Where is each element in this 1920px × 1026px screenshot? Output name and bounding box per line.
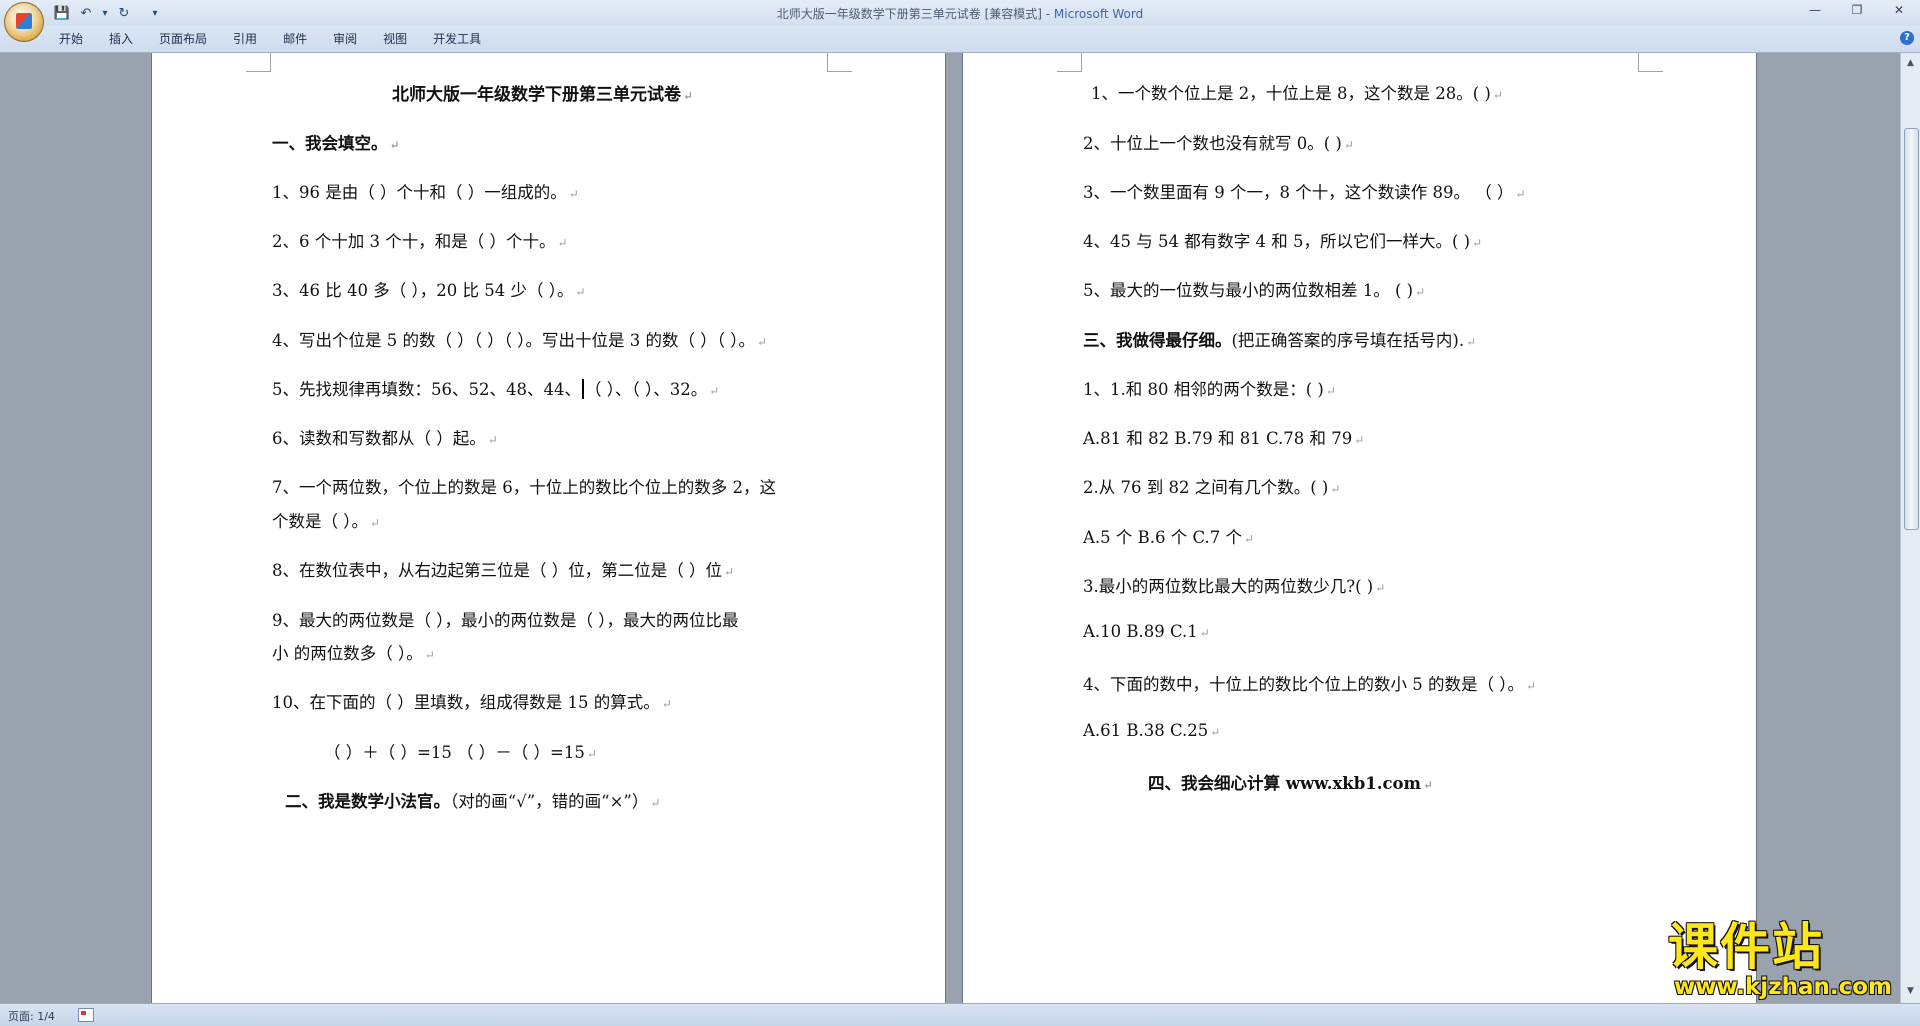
- vertical-scrollbar[interactable]: ▲ ▼: [1900, 53, 1920, 1003]
- page-indicator[interactable]: 页面: 1/4: [8, 1008, 55, 1024]
- question-2: 2、6 个十加 3 个十，和是（ ）个十。 ↵: [272, 232, 568, 251]
- tab-references[interactable]: 引用: [220, 30, 270, 48]
- document-title: 北师大版一年级数学下册第三单元试卷 [兼容模式] -: [776, 7, 1054, 21]
- tab-view[interactable]: 视图: [370, 30, 420, 48]
- question-4: 4、写出个位是 5 的数（ ）（ ）（ ）。写出十位是 3 的数（ ）（ ）。 ↵: [272, 331, 768, 350]
- margin-corner: [1638, 53, 1663, 72]
- watermark-url: www.kjzhan.com: [1674, 974, 1892, 1000]
- tab-page-layout[interactable]: 页面布局: [146, 30, 220, 48]
- question-7-continued: 个数是（ ）。 ↵: [272, 512, 381, 531]
- question-1: 1、96 是由（ ）个十和（ ）一组成的。 ↵: [272, 183, 579, 202]
- page-1[interactable]: 北师大版一年级数学下册第三单元试卷 ↵ 一、我会填空。 ↵ 1、96 是由（ ）个十…: [152, 53, 945, 1003]
- watermark: 课件站 www.kjzhan.com: [1668, 920, 1908, 1010]
- judgement-4: 4、45 与 54 都有数字 4 和 5，所以它们一样大。( ) ↵: [1083, 232, 1483, 251]
- question-8: 8、在数位表中，从右边起第三位是（ ）位，第二位是（ ）位 ↵: [272, 561, 735, 580]
- question-9-continued: 小 的两位数多（ ）。 ↵: [272, 644, 435, 663]
- maximize-button[interactable]: ❐: [1836, 0, 1878, 20]
- tab-mailings[interactable]: 邮件: [270, 30, 320, 48]
- question-6: 6、读数和写数都从（ ）起。 ↵: [272, 429, 498, 448]
- margin-corner: [827, 53, 852, 72]
- choice-4: 4、下面的数中，十位上的数比个位上的数小 5 的数是（ ）。 ↵: [1083, 675, 1537, 694]
- document-workspace[interactable]: 北师大版一年级数学下册第三单元试卷 ↵ 一、我会填空。 ↵ 1、96 是由（ ）个十…: [0, 53, 1900, 1003]
- help-icon[interactable]: ?: [1900, 31, 1914, 45]
- question-10: 10、在下面的（ ）里填数，组成得数是 15 的算式。 ↵: [272, 693, 672, 712]
- scrollbar-thumb[interactable]: [1904, 128, 1919, 530]
- tab-developer[interactable]: 开发工具: [420, 30, 494, 48]
- office-button[interactable]: [4, 2, 44, 42]
- question-10-formula: （ ）＋（ ）=15 （ ）－（ ）=15 ↵: [324, 743, 597, 762]
- question-5: 5、先找规律再填数：56、52、48、44、（ ）、（ ）、32。 ↵: [272, 379, 720, 399]
- office-logo-icon: [16, 13, 32, 29]
- text-cursor: [581, 379, 584, 399]
- judgement-1: 1、一个数个位上是 2，十位上是 8，这个数是 28。( ) ↵: [1091, 84, 1503, 103]
- ribbon: 开始 插入 页面布局 引用 邮件 审阅 视图 开发工具 ?: [0, 26, 1920, 53]
- window-title: 北师大版一年级数学下册第三单元试卷 [兼容模式] - Microsoft Wor…: [0, 5, 1920, 22]
- app-name: Microsoft Word: [1053, 7, 1144, 21]
- margin-corner: [246, 53, 271, 72]
- choice-2: 2.从 76 到 82 之间有几个数。( ) ↵: [1083, 478, 1341, 497]
- choice-1-options: A.81 和 82 B.79 和 81 C.78 和 79 ↵: [1083, 429, 1365, 448]
- question-9: 9、最大的两位数是（ ），最小的两位数是（ ），最大的两位比最: [272, 611, 739, 630]
- status-bar: 页面: 1/4: [0, 1003, 1920, 1026]
- margin-corner: [1057, 53, 1082, 72]
- choice-3-options: A.10 B.89 C.1 ↵: [1083, 622, 1210, 641]
- window-controls: — ❐ ✕: [1794, 0, 1920, 22]
- close-button[interactable]: ✕: [1878, 0, 1920, 20]
- tab-review[interactable]: 审阅: [320, 30, 370, 48]
- choice-2-options: A.5 个 B.6 个 C.7 个 ↵: [1083, 528, 1255, 547]
- choice-4-options: A.61 B.38 C.25 ↵: [1083, 721, 1221, 740]
- page-2[interactable]: 1、一个数个位上是 2，十位上是 8，这个数是 28。( ) ↵ 2、十位上一个数…: [963, 53, 1756, 1003]
- title-bar: 💾 ↶ ▾ ↻ ▾ 北师大版一年级数学下册第三单元试卷 [兼容模式] - Mic…: [0, 0, 1920, 26]
- watermark-title: 课件站: [1668, 918, 1824, 976]
- section-calculation: 四、我会细心计算 www.xkb1.com ↵: [1148, 774, 1434, 793]
- document-title: 北师大版一年级数学下册第三单元试卷 ↵: [392, 85, 694, 105]
- judgement-3: 3、一个数里面有 9 个一，8 个十，这个数读作 89。 （ ） ↵: [1083, 183, 1526, 202]
- judgement-2: 2、十位上一个数也没有就写 0。( ) ↵: [1083, 134, 1354, 153]
- section-true-false: 二、我是数学小法官。（对的画“√”，错的画“×”） ↵: [285, 792, 661, 811]
- scroll-up-icon[interactable]: ▲: [1903, 55, 1918, 70]
- proofing-status-icon[interactable]: [78, 1008, 94, 1022]
- ribbon-tabs: 开始 插入 页面布局 引用 邮件 审阅 视图 开发工具: [46, 30, 494, 48]
- choice-3: 3.最小的两位数比最大的两位数少几?( ) ↵: [1083, 577, 1386, 596]
- section-fill-in: 一、我会填空。 ↵: [272, 134, 400, 153]
- judgement-5: 5、最大的一位数与最小的两位数相差 1。 ( ) ↵: [1083, 281, 1426, 300]
- question-3: 3、46 比 40 多（ ），20 比 54 少（ ）。 ↵: [272, 281, 586, 300]
- tab-home[interactable]: 开始: [46, 30, 96, 48]
- tab-insert[interactable]: 插入: [96, 30, 146, 48]
- choice-1: 1、1.和 80 相邻的两个数是：( ) ↵: [1083, 380, 1336, 399]
- section-multiple-choice: 三、我做得最仔细。(把正确答案的序号填在括号内). ↵: [1083, 331, 1477, 350]
- minimize-button[interactable]: —: [1794, 0, 1836, 20]
- question-7: 7、一个两位数，个位上的数是 6，十位上的数比个位上的数多 2，这: [272, 478, 776, 497]
